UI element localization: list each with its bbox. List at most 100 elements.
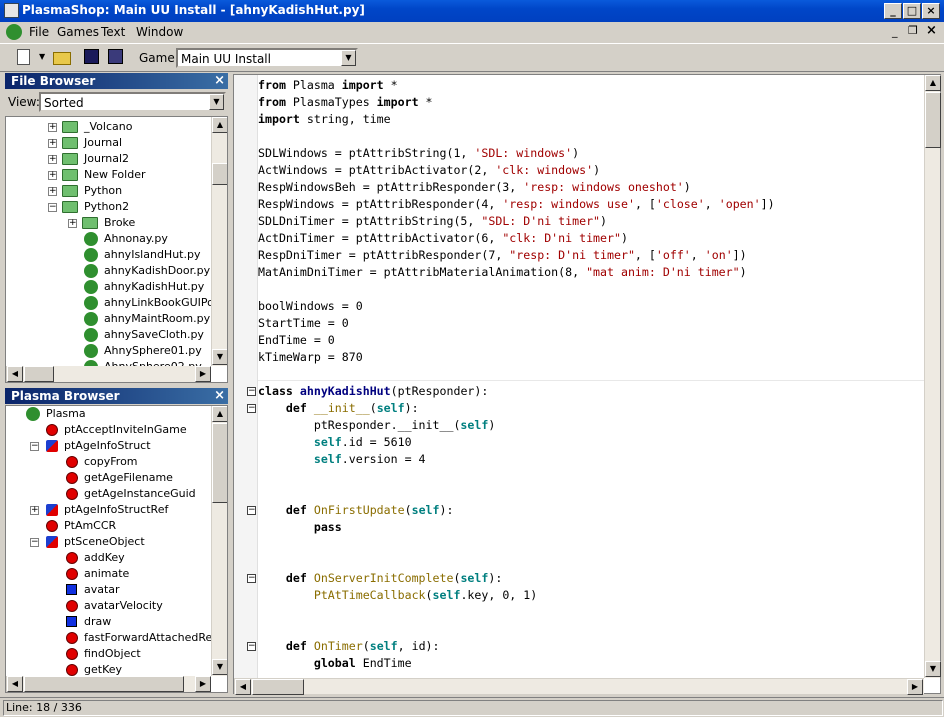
view-select[interactable]: Sorted ▼ <box>39 92 226 112</box>
tree-item[interactable]: + _Volcano <box>6 119 211 135</box>
scroll-thumb[interactable] <box>212 163 227 185</box>
tree-item[interactable]: ahnyLinkBookGUIPop <box>6 295 221 311</box>
fold-toggle-icon[interactable]: − <box>247 574 256 583</box>
tree-item[interactable]: ahnyIslandHut.py <box>6 247 211 263</box>
scroll-up-icon[interactable]: ▲ <box>212 117 227 133</box>
app-icon[interactable] <box>4 3 19 18</box>
toolbar: ▼ Game: Main UU Install ▼ <box>0 43 944 72</box>
tree-item[interactable]: fastForwardAttachedResp <box>6 630 225 646</box>
plasma-tree-vscroll[interactable]: ▲ ▼ <box>211 406 227 676</box>
h-scroll-thumb[interactable] <box>24 676 184 692</box>
folder-icon <box>62 121 78 133</box>
scroll-left-icon[interactable]: ◀ <box>235 679 251 695</box>
mdi-close-button[interactable]: × <box>926 23 937 38</box>
scroll-left-icon[interactable]: ◀ <box>7 676 23 692</box>
tree-item[interactable]: − Python2 <box>6 199 211 215</box>
save-icon[interactable] <box>84 49 99 64</box>
tree-item[interactable]: ahnySaveCloth.py <box>6 327 211 343</box>
tree-item[interactable]: animate <box>6 566 211 582</box>
expander-icon[interactable]: − <box>48 203 57 212</box>
open-folder-icon[interactable] <box>53 52 71 65</box>
game-select[interactable]: Main UU Install ▼ <box>176 48 358 68</box>
tree-item[interactable]: ahnyKadishHut.py <box>6 279 211 295</box>
file-tree-hscroll[interactable]: ◀ ▶ <box>6 366 211 382</box>
scroll-right-icon[interactable]: ▶ <box>195 676 211 692</box>
tree-item[interactable]: Plasma <box>6 406 211 422</box>
scroll-left-icon[interactable]: ◀ <box>7 366 23 382</box>
fold-toggle-icon[interactable]: − <box>247 404 256 413</box>
expander-icon[interactable]: + <box>48 139 57 148</box>
fold-toggle-icon[interactable]: − <box>247 387 256 396</box>
minimize-button[interactable]: _ <box>884 3 902 19</box>
scroll-up-icon[interactable]: ▲ <box>925 75 941 91</box>
tree-item[interactable]: + Journal <box>6 135 211 151</box>
file-browser-close-icon[interactable]: × <box>214 73 225 89</box>
tree-item[interactable]: − ptAgeInfoStruct <box>6 438 211 454</box>
editor-horizontal-scrollbar[interactable]: ◀ ▶ <box>234 678 924 695</box>
expander-icon[interactable]: + <box>48 123 57 132</box>
code-line: StartTime = 0 <box>258 316 349 330</box>
fold-toggle-icon[interactable]: − <box>247 506 256 515</box>
tree-item[interactable]: getAgeInstanceGuid <box>6 486 211 502</box>
tree-item[interactable]: Ahnonay.py <box>6 231 211 247</box>
close-button[interactable]: × <box>922 3 940 19</box>
tree-item[interactable]: ahnyKadishDoor.py <box>6 263 211 279</box>
expander-icon[interactable]: + <box>68 219 77 228</box>
tree-item[interactable]: + ptAgeInfoStructRef <box>6 502 211 518</box>
scroll-right-icon[interactable]: ▶ <box>195 366 211 382</box>
expander-icon[interactable]: − <box>30 442 39 451</box>
tree-item[interactable]: AhnySphere01.py <box>6 343 211 359</box>
expander-icon[interactable]: + <box>48 155 57 164</box>
tree-item[interactable]: addKey <box>6 550 211 566</box>
scroll-right-icon[interactable]: ▶ <box>907 679 923 695</box>
file-tree-vscroll[interactable]: ▲ ▼ <box>211 117 227 366</box>
tree-item[interactable]: ahnyMaintRoom.py <box>6 311 211 327</box>
scroll-down-icon[interactable]: ▼ <box>212 659 227 675</box>
expander-icon[interactable]: + <box>48 187 57 196</box>
tree-item[interactable]: PtAmCCR <box>6 518 211 534</box>
tree-item[interactable]: − ptSceneObject <box>6 534 211 550</box>
scroll-down-icon[interactable]: ▼ <box>212 349 227 365</box>
expander-icon[interactable]: − <box>30 538 39 547</box>
file-tree[interactable]: + _Volcano + Journal + Journal2 + New Folder + Py… <box>5 116 228 383</box>
tree-item[interactable]: copyFrom <box>6 454 211 470</box>
expander-icon[interactable]: + <box>48 171 57 180</box>
new-file-icon[interactable] <box>17 49 30 65</box>
chevron-down-icon[interactable]: ▼ <box>341 50 356 66</box>
save-all-icon[interactable] <box>108 49 123 64</box>
plasma-tree-hscroll[interactable]: ◀ ▶ <box>6 676 211 692</box>
tree-item[interactable]: + Python <box>6 183 211 199</box>
tree-item[interactable]: avatarVelocity <box>6 598 211 614</box>
app-menu-icon[interactable] <box>6 24 22 40</box>
editor-vertical-scrollbar[interactable]: ▲ ▼ <box>924 75 941 678</box>
tree-item[interactable]: + Broke <box>6 215 211 231</box>
expander-icon[interactable]: + <box>30 506 39 515</box>
tree-item[interactable]: findObject <box>6 646 211 662</box>
code-editor[interactable]: from Plasma import * from PlasmaTypes imp… <box>233 74 941 695</box>
tree-item[interactable]: draw <box>6 614 211 630</box>
menu-window[interactable]: Window <box>136 25 183 39</box>
tree-item[interactable]: ptAcceptInviteInGame <box>6 422 211 438</box>
scroll-thumb[interactable] <box>212 423 227 503</box>
menu-file[interactable]: File <box>29 25 49 39</box>
maximize-button[interactable]: □ <box>903 3 921 19</box>
plasma-browser-close-icon[interactable]: × <box>214 388 225 404</box>
scroll-thumb[interactable] <box>925 92 941 148</box>
menu-games[interactable]: Games <box>57 25 99 39</box>
mdi-restore-button[interactable]: ❐ <box>908 24 918 37</box>
new-dropdown-icon[interactable]: ▼ <box>39 52 45 61</box>
tree-item-label: ahnyIslandHut.py <box>104 248 201 261</box>
menu-text[interactable]: Text <box>101 25 125 39</box>
mdi-minimize-button[interactable]: _ <box>892 25 898 38</box>
scroll-down-icon[interactable]: ▼ <box>925 661 941 677</box>
chevron-down-icon[interactable]: ▼ <box>209 94 224 110</box>
plasma-tree[interactable]: Plasma ptAcceptInviteInGame − ptAgeInfoStru… <box>5 405 228 693</box>
scroll-up-icon[interactable]: ▲ <box>212 406 227 422</box>
h-scroll-thumb[interactable] <box>24 366 54 382</box>
tree-item[interactable]: avatar <box>6 582 211 598</box>
tree-item[interactable]: + New Folder <box>6 167 211 183</box>
tree-item[interactable]: + Journal2 <box>6 151 211 167</box>
tree-item[interactable]: getAgeFilename <box>6 470 211 486</box>
fold-toggle-icon[interactable]: − <box>247 642 256 651</box>
h-scroll-thumb[interactable] <box>252 679 304 695</box>
